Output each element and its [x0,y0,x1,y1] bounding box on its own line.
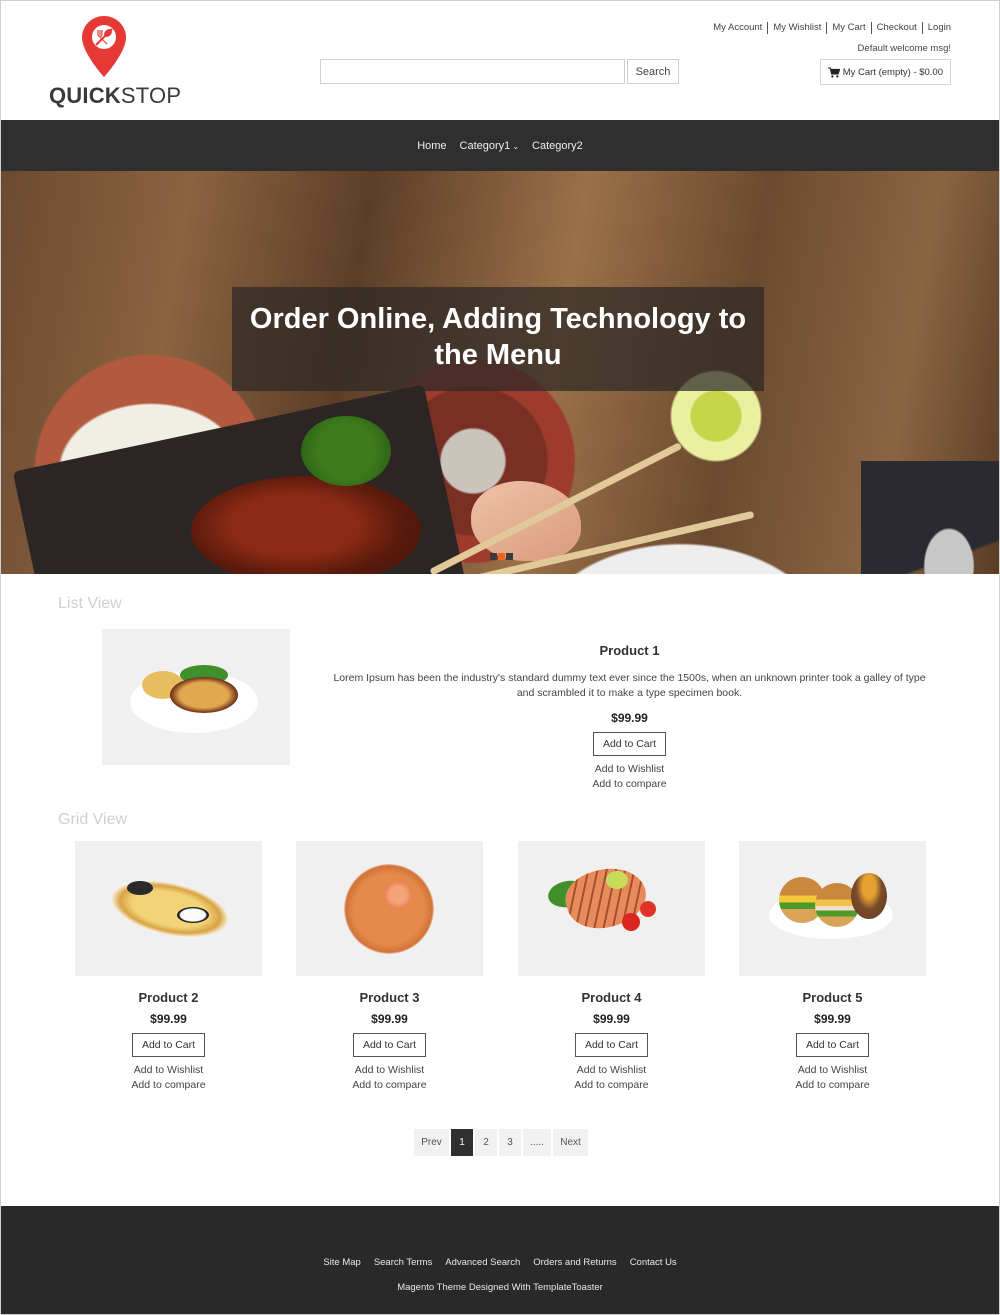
login-link[interactable]: Login [921,22,951,34]
my-cart-link[interactable]: My Cart [826,22,870,34]
product-image[interactable] [296,841,483,976]
footer-link-contact-us[interactable]: Contact Us [630,1257,677,1268]
slider-dot[interactable] [506,553,513,560]
add-to-wishlist-link[interactable]: Add to Wishlist [296,1063,483,1078]
food-shrimp [384,881,412,909]
logo-text: QUICKSTOP [49,83,182,108]
product-price: $99.99 [593,1012,630,1026]
add-to-wishlist-link[interactable]: Add to Wishlist [518,1063,705,1078]
food-nachos [105,871,235,947]
chevron-down-icon: ⌄ [512,142,520,151]
add-to-cart-button[interactable]: Add to Cart [131,1033,206,1057]
search-button[interactable]: Search [627,59,679,84]
add-to-wishlist-link[interactable]: Add to Wishlist [75,1063,262,1078]
product-image[interactable] [518,841,705,976]
product-price: $99.99 [814,1012,851,1026]
footer-link-search-terms[interactable]: Search Terms [374,1257,432,1268]
slider-dot[interactable] [490,553,497,560]
logo[interactable]: QUICKSTOP [49,15,181,108]
product-card: Product 2 $99.99 Add to Cart Add to Wish… [75,841,262,1093]
add-to-compare-link[interactable]: Add to compare [296,1078,483,1093]
product-price: $99.99 [371,1012,408,1026]
product-image[interactable] [102,629,290,765]
product-image[interactable] [739,841,926,976]
food-pie [170,677,238,713]
next-page-button[interactable]: Next [553,1129,588,1156]
list-product-info: Product 1 Lorem Ipsum has been the indus… [331,643,928,792]
footer-links: Site Map Search Terms Advanced Search Or… [1,1257,999,1268]
my-account-link[interactable]: My Account [708,22,767,34]
add-to-cart-button[interactable]: Add to Cart [574,1033,649,1057]
product-image[interactable] [75,841,262,976]
footer-link-orders-returns[interactable]: Orders and Returns [533,1257,616,1268]
product-name[interactable]: Product 4 [518,990,705,1005]
hero-food-herbs [301,416,391,486]
food-sour-cream [177,907,209,923]
product-description: Lorem Ipsum has been the industry's stan… [333,672,926,699]
add-to-cart-button[interactable]: Add to Cart [795,1033,870,1057]
nav-item-label: Category1 [459,139,511,152]
pagination: Prev 1 2 3 ..... Next [414,1129,588,1156]
nav-item-label: Home [417,139,447,152]
map-pin-icon [82,16,126,77]
add-to-compare-link[interactable]: Add to compare [75,1078,262,1093]
add-to-cart-button[interactable]: Add to Cart [592,732,667,756]
footer-link-advanced-search[interactable]: Advanced Search [445,1257,520,1268]
page-button-1[interactable]: 1 [451,1129,473,1156]
product-card: Product 3 $99.99 Add to Cart Add to Wish… [296,841,483,1093]
food-dip [127,881,153,895]
food-tomato [622,913,640,931]
site-header: QUICKSTOP Search My Account My Wishlist … [1,1,999,120]
slider-dots [490,553,513,560]
search-bar: Search [320,59,679,84]
product-name[interactable]: Product 2 [75,990,262,1005]
main-nav: Home Category1 ⌄ Category2 [1,120,999,171]
product-price: $99.99 [150,1012,187,1026]
mini-cart-label: My Cart (empty) - $0.00 [842,66,943,78]
footer-link-site-map[interactable]: Site Map [323,1257,361,1268]
account-links: My Account My Wishlist My Cart Checkout … [708,22,951,34]
page-button-3[interactable]: 3 [499,1129,521,1156]
product-card: Product 5 $99.99 Add to Cart Add to Wish… [739,841,926,1093]
product-price: $99.99 [611,711,648,725]
site-footer: Site Map Search Terms Advanced Search Or… [1,1206,999,1314]
product-card: Product 4 $99.99 Add to Cart Add to Wish… [518,841,705,1093]
cart-icon [827,67,840,77]
welcome-message: Default welcome msg! [857,43,951,54]
prev-page-button[interactable]: Prev [414,1129,449,1156]
my-wishlist-link[interactable]: My Wishlist [767,22,826,34]
product-listing: List View Product 1 Lorem Ipsum has been… [1,574,999,1206]
checkout-link[interactable]: Checkout [870,22,922,34]
footer-credit: Magento Theme Designed With TemplateToas… [397,1282,603,1293]
search-input[interactable] [320,59,625,84]
food-pad-thai [344,864,434,954]
mini-cart-button[interactable]: My Cart (empty) - $0.00 [819,59,951,85]
page-ellipsis[interactable]: ..... [523,1129,551,1156]
food-potato [851,873,887,919]
hero-slider[interactable]: Order Online, Adding Technology to the M… [1,171,999,574]
nav-item-category1[interactable]: Category1 ⌄ [460,140,519,152]
add-to-cart-button[interactable]: Add to Cart [352,1033,427,1057]
product-name[interactable]: Product 3 [296,990,483,1005]
nav-item-home[interactable]: Home [417,140,446,152]
product-name[interactable]: Product 5 [739,990,926,1005]
slider-dot-active[interactable] [498,553,505,560]
nav-item-label: Category2 [532,139,583,152]
product-name[interactable]: Product 1 [331,643,928,658]
add-to-compare-link[interactable]: Add to compare [331,777,928,792]
add-to-compare-link[interactable]: Add to compare [518,1078,705,1093]
nav-item-category2[interactable]: Category2 [532,140,583,152]
add-to-compare-link[interactable]: Add to compare [739,1078,926,1093]
hero-caption: Order Online, Adding Technology to the M… [232,287,764,391]
food-tomato [640,901,656,917]
add-to-wishlist-link[interactable]: Add to Wishlist [331,762,928,777]
add-to-wishlist-link[interactable]: Add to Wishlist [739,1063,926,1078]
grid-view-title: Grid View [58,811,128,828]
page-button-2[interactable]: 2 [475,1129,497,1156]
food-lime [606,871,628,889]
list-view-title: List View [58,595,122,612]
